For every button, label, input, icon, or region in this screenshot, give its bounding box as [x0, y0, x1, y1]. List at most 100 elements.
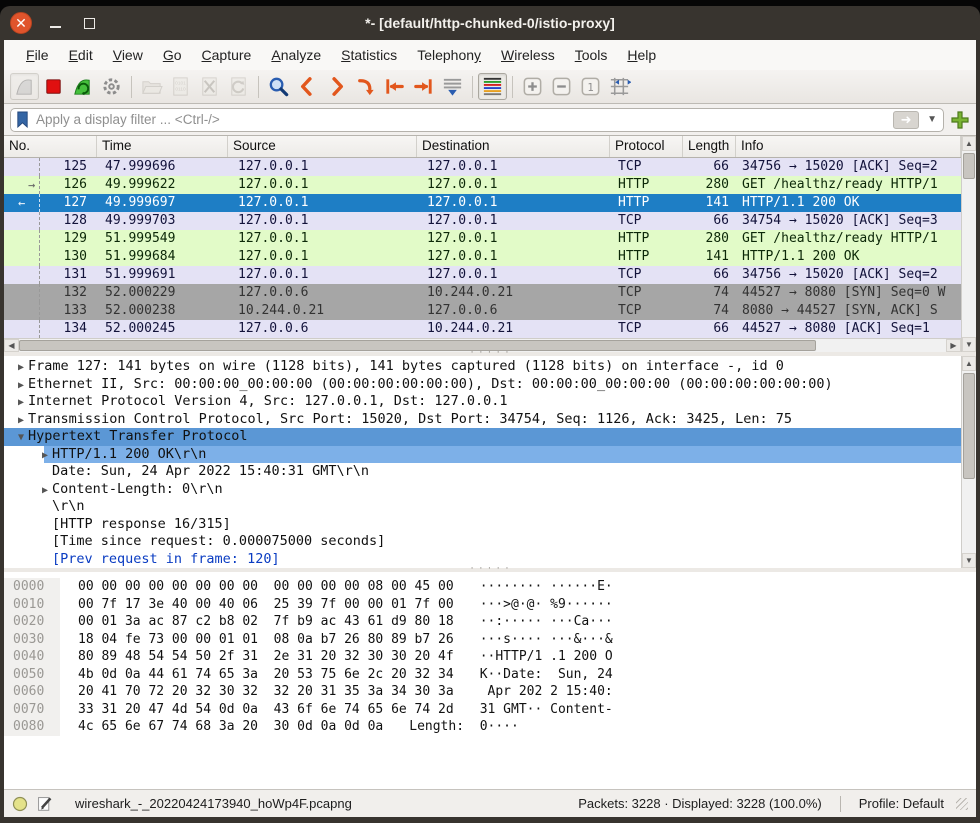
packet-row-130[interactable]: 13051.999684127.0.0.1127.0.0.1HTTP141HTT… [4, 248, 961, 266]
last-packet-button[interactable] [409, 73, 438, 100]
packet-row-131[interactable]: 13151.999691127.0.0.1127.0.0.1TCP6634756… [4, 266, 961, 284]
open-file-button[interactable] [137, 73, 166, 100]
stop-capture-button[interactable] [39, 73, 68, 100]
hex-row-0000[interactable]: 000000 00 00 00 00 00 00 00 00 00 00 00 … [4, 578, 976, 596]
detail-row[interactable]: ▼Hypertext Transfer Protocol [4, 428, 961, 446]
detail-vertical-scrollbar[interactable]: ▲ ▼ [961, 356, 976, 568]
detail-row[interactable]: Date: Sun, 24 Apr 2022 15:40:31 GMT\r\n [4, 463, 961, 481]
column-header-source[interactable]: Source [228, 136, 417, 157]
hex-row-0070[interactable]: 007033 31 20 47 4d 54 0d 0a 43 6f 6e 74 … [4, 701, 976, 719]
capture-options-button[interactable] [97, 73, 126, 100]
menu-item-statistics[interactable]: Statistics [331, 43, 407, 67]
detail-row[interactable]: ▶HTTP/1.1 200 OK\r\n [4, 446, 961, 464]
next-packet-button[interactable] [322, 73, 351, 100]
resize-columns-button[interactable] [605, 73, 634, 100]
expander-closed-icon[interactable]: ▶ [38, 482, 52, 500]
hex-row-0060[interactable]: 006020 41 70 72 20 32 30 32 32 20 31 35 … [4, 683, 976, 701]
menu-item-tools[interactable]: Tools [565, 43, 618, 67]
expander-closed-icon[interactable]: ▶ [14, 359, 28, 377]
detail-row[interactable]: [Time since request: 0.000075000 seconds… [4, 533, 961, 551]
filter-apply-button[interactable]: ➜ [893, 111, 919, 129]
packet-row-126[interactable]: 126→49.999622127.0.0.1127.0.0.1HTTP280GE… [4, 176, 961, 194]
expert-info-icon[interactable] [12, 796, 28, 812]
expander-closed-icon[interactable]: ▶ [14, 412, 28, 430]
column-header-time[interactable]: Time [97, 136, 228, 157]
filter-bookmark-icon[interactable] [15, 111, 30, 128]
column-header-info[interactable]: Info [736, 136, 961, 157]
hex-row-0050[interactable]: 00504b 0d 0a 44 61 74 65 3a 20 53 75 6e … [4, 666, 976, 684]
hex-row-0040[interactable]: 004080 89 48 54 54 50 2f 31 2e 31 20 32 … [4, 648, 976, 666]
start-capture-button[interactable] [10, 73, 39, 100]
packet-row-128[interactable]: 12849.999703127.0.0.1127.0.0.1TCP6634754… [4, 212, 961, 230]
menu-item-edit[interactable]: Edit [59, 43, 103, 67]
column-header-no[interactable]: No. [4, 136, 97, 157]
capture-comment-icon[interactable] [36, 795, 53, 812]
pane-splitter-top[interactable] [4, 352, 976, 356]
hex-row-0010[interactable]: 001000 7f 17 3e 40 00 40 06 25 39 7f 00 … [4, 596, 976, 614]
expander-closed-icon[interactable]: ▶ [38, 447, 52, 465]
column-header-protocol[interactable]: Protocol [610, 136, 683, 157]
scroll-up-icon[interactable]: ▲ [962, 136, 976, 151]
packet-row-129[interactable]: 12951.999549127.0.0.1127.0.0.1HTTP280GET… [4, 230, 961, 248]
packet-row-133[interactable]: 13352.00023810.244.0.21127.0.0.6TCP74808… [4, 302, 961, 320]
menu-item-telephony[interactable]: Telephony [407, 43, 491, 67]
column-header-length[interactable]: Length [683, 136, 736, 157]
scroll-down-icon[interactable]: ▼ [962, 553, 976, 568]
auto-scroll-button[interactable] [438, 73, 467, 100]
detail-row[interactable]: ▶Content-Length: 0\r\n [4, 481, 961, 499]
display-filter-input[interactable] [36, 112, 887, 127]
filter-dropdown-caret[interactable]: ▼ [925, 114, 939, 125]
goto-packet-button[interactable] [351, 73, 380, 100]
menu-item-file[interactable]: File [16, 43, 59, 67]
profile-label[interactable]: Profile: Default [859, 796, 944, 811]
close-file-button[interactable] [195, 73, 224, 100]
filter-add-button[interactable] [950, 110, 970, 130]
find-packet-button[interactable] [264, 73, 293, 100]
colorize-button[interactable] [478, 73, 507, 100]
detail-row[interactable]: ▶Ethernet II, Src: 00:00:00_00:00:00 (00… [4, 376, 961, 394]
scroll-left-icon[interactable]: ◀ [4, 339, 19, 352]
packet-row-134[interactable]: 13452.000245127.0.0.610.244.0.21TCP66445… [4, 320, 961, 338]
menu-item-wireless[interactable]: Wireless [491, 43, 565, 67]
zoom-100-button[interactable]: 1 [576, 73, 605, 100]
packet-row-132[interactable]: 13252.000229127.0.0.610.244.0.21TCP74445… [4, 284, 961, 302]
detail-row[interactable]: ▶Frame 127: 141 bytes on wire (1128 bits… [4, 358, 961, 376]
reload-file-button[interactable] [224, 73, 253, 100]
first-packet-button[interactable] [380, 73, 409, 100]
detail-row[interactable]: \r\n [4, 498, 961, 516]
expander-closed-icon[interactable]: ▶ [14, 394, 28, 412]
restart-capture-button[interactable] [68, 73, 97, 100]
cell-len: 141 [683, 194, 736, 212]
scroll-down-icon[interactable]: ▼ [962, 337, 976, 352]
hex-row-0030[interactable]: 003018 04 fe 73 00 00 01 01 08 0a b7 26 … [4, 631, 976, 649]
resize-grip[interactable] [956, 798, 968, 810]
zoom-in-button[interactable] [518, 73, 547, 100]
title-bar[interactable]: ✕ *- [default/http-chunked-0/istio-proxy… [4, 6, 976, 40]
packet-row-125[interactable]: 12547.999696127.0.0.1127.0.0.1TCP6634756… [4, 158, 961, 176]
expander-closed-icon[interactable]: ▶ [14, 377, 28, 395]
pane-splitter-bottom[interactable] [4, 568, 976, 572]
detail-row[interactable]: [HTTP response 16/315] [4, 516, 961, 534]
cell-time: 49.999622 [97, 176, 228, 194]
menu-item-view[interactable]: View [103, 43, 153, 67]
detail-row[interactable]: ▶Transmission Control Protocol, Src Port… [4, 411, 961, 429]
detail-row[interactable]: ▶Internet Protocol Version 4, Src: 127.0… [4, 393, 961, 411]
expander-open-icon[interactable]: ▼ [14, 429, 28, 447]
menu-item-capture[interactable]: Capture [192, 43, 262, 67]
scroll-up-icon[interactable]: ▲ [962, 356, 976, 371]
packet-list-vertical-scrollbar[interactable]: ▲ ▼ [961, 136, 976, 352]
hex-bytes: 4c 65 6e 67 74 68 3a 20 30 0d 0a 0d 0a [60, 718, 383, 736]
menu-item-help[interactable]: Help [617, 43, 666, 67]
menu-item-go[interactable]: Go [153, 43, 192, 67]
menu-item-analyze[interactable]: Analyze [261, 43, 331, 67]
zoom-in-icon [521, 75, 544, 98]
column-header-destination[interactable]: Destination [417, 136, 610, 157]
zoom-out-button[interactable] [547, 73, 576, 100]
previous-packet-button[interactable] [293, 73, 322, 100]
hex-row-0020[interactable]: 002000 01 3a ac 87 c2 b8 02 7f b9 ac 43 … [4, 613, 976, 631]
hex-bytes: 00 7f 17 3e 40 00 40 06 25 39 7f 00 00 0… [60, 596, 454, 614]
packet-row-127[interactable]: 127←49.999697127.0.0.1127.0.0.1HTTP141HT… [4, 194, 961, 212]
save-file-button[interactable]: 01010110 [166, 73, 195, 100]
scroll-right-icon[interactable]: ▶ [946, 339, 961, 352]
hex-row-0080[interactable]: 00804c 65 6e 67 74 68 3a 20 30 0d 0a 0d … [4, 718, 976, 736]
